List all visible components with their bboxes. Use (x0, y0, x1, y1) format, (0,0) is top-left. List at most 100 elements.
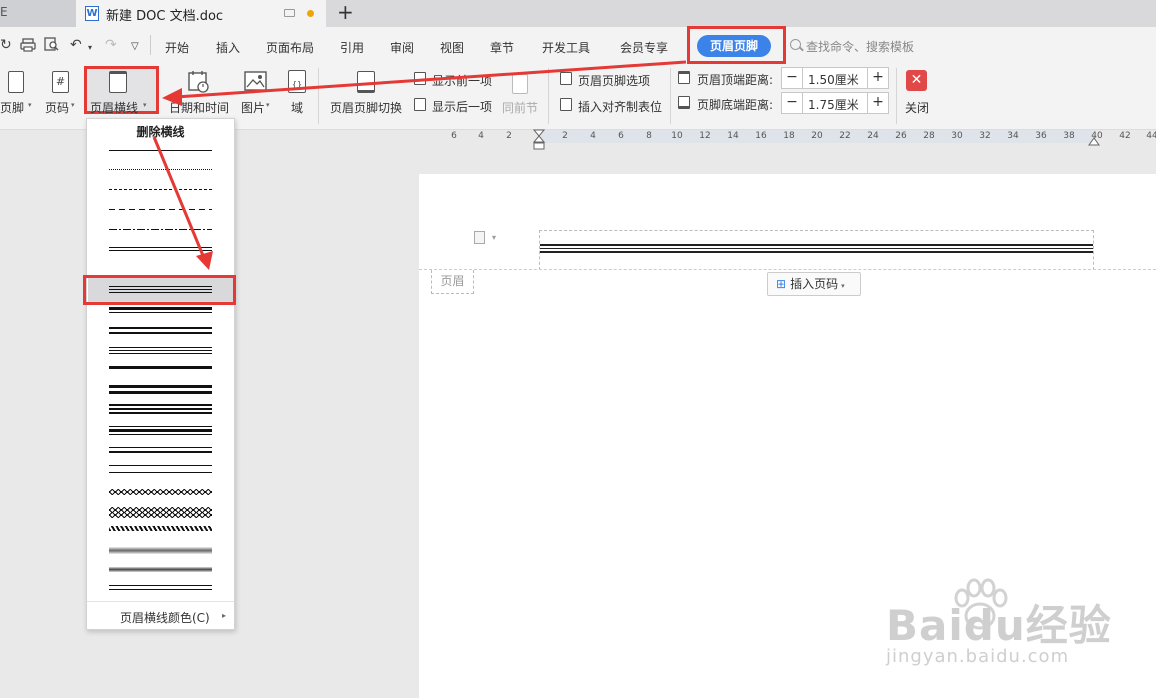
line-style-option-thick-thin-mix[interactable] (109, 429, 212, 432)
menu-developer[interactable]: 开发工具 (542, 39, 590, 56)
monitor-icon[interactable] (284, 9, 295, 17)
line-style-option-wavy[interactable] (109, 489, 212, 495)
picture-caret-icon[interactable]: ▾ (266, 101, 270, 109)
line-style-option-dashed[interactable] (109, 209, 212, 210)
line-style-option-double-thin[interactable] (109, 250, 212, 251)
header-line-icon[interactable] (109, 71, 127, 93)
horizontal-ruler[interactable]: 6 4 2 2 4 6 8 10 12 14 16 18 20 22 24 26 28 30 32 34 36 38 40 4… (440, 128, 1156, 145)
line-style-option-thick[interactable] (109, 366, 212, 369)
line-style-option-triple-thin[interactable] (109, 350, 212, 351)
menu-section[interactable]: 章节 (490, 39, 514, 56)
right-indent-marker-icon[interactable] (1088, 129, 1100, 147)
line-style-option-double-medium[interactable] (109, 332, 212, 334)
line-style-option-dashed-fine[interactable] (109, 189, 212, 190)
date-time-icon[interactable] (188, 70, 210, 94)
show-previous-button[interactable]: 显示前一项 (432, 72, 492, 89)
line-style-option-thick-thin-mix[interactable] (109, 426, 212, 427)
page-number-button[interactable]: 页码 (45, 99, 69, 116)
picture-icon[interactable] (244, 71, 268, 93)
line-style-option-double-wavy[interactable] (109, 512, 212, 518)
footer-button[interactable]: 页脚 (0, 99, 24, 116)
redo-icon[interactable]: ↷ (105, 38, 117, 52)
line-style-option-triple-thin[interactable] (109, 353, 212, 354)
header-top-distance-input[interactable]: 1.50厘米 (802, 67, 868, 89)
line-style-option-thick-double[interactable] (109, 391, 212, 394)
line-style-option-thin-thick[interactable] (109, 447, 212, 448)
field-icon[interactable]: {} (288, 70, 306, 93)
line-style-option-double-spaced[interactable] (109, 472, 212, 473)
header-footer-switch-button[interactable]: 页眉页脚切换 (330, 99, 402, 116)
delete-line-option[interactable]: 删除横线 (87, 123, 234, 140)
print-preview-icon[interactable] (44, 37, 60, 52)
line-style-option-thin-spaced[interactable] (109, 585, 212, 586)
line-style-option-dash-dot[interactable] (109, 229, 212, 230)
line-style-option-thick-triple[interactable] (109, 408, 212, 410)
tab-previous-document[interactable]: E (0, 0, 76, 27)
line-style-option-gradient-thin[interactable] (109, 567, 212, 572)
picture-button[interactable]: 图片 (241, 99, 265, 116)
show-previous-icon[interactable] (414, 72, 426, 85)
footer-bottom-increase-button[interactable]: + (867, 92, 889, 114)
line-style-option-double-medium[interactable] (109, 327, 212, 329)
header-line-color-option[interactable]: 页眉横线颜色(C) (120, 609, 210, 626)
line-style-option-thick-thin-mix[interactable] (109, 434, 212, 435)
line-style-option-double-spaced[interactable] (109, 465, 212, 466)
header-layout-caret-icon[interactable]: ▾ (492, 233, 496, 242)
line-style-option-thick-triple[interactable] (109, 404, 212, 406)
insert-align-tab-icon[interactable] (560, 98, 572, 111)
customize-toolbar-icon[interactable]: ▽ (131, 40, 139, 54)
header-top-increase-button[interactable]: + (867, 67, 889, 89)
close-header-footer-button[interactable]: 关闭 (905, 99, 929, 116)
menu-member[interactable]: 会员专享 (620, 39, 668, 56)
line-style-option-triple-thin[interactable] (109, 347, 212, 348)
page-number-caret-icon[interactable]: ▾ (71, 101, 75, 109)
footer-bottom-distance-input[interactable]: 1.75厘米 (802, 92, 868, 114)
line-style-option-single-thin[interactable] (109, 150, 212, 151)
indent-marker-icon[interactable] (533, 129, 545, 151)
header-top-decrease-button[interactable]: − (781, 67, 803, 89)
print-icon[interactable] (20, 38, 36, 52)
line-style-option-double-thin[interactable] (109, 247, 212, 248)
header-footer-switch-icon[interactable] (357, 71, 375, 93)
menu-page-layout[interactable]: 页面布局 (266, 39, 314, 56)
menu-review[interactable]: 审阅 (390, 39, 414, 56)
menu-home[interactable]: 开始 (165, 39, 189, 56)
close-icon[interactable]: ✕ (906, 70, 927, 91)
line-style-option-gradient-bar[interactable] (109, 547, 212, 554)
show-next-icon[interactable] (414, 98, 426, 111)
footer-caret-icon[interactable]: ▾ (28, 101, 32, 109)
page-number-icon[interactable]: # (52, 71, 69, 93)
line-style-option-thick-thin[interactable] (109, 312, 212, 313)
line-style-option-thick-triple[interactable] (109, 412, 212, 414)
field-button[interactable]: 域 (291, 99, 303, 116)
insert-page-number-button[interactable]: ⊞ 插入页码 ▾ (767, 272, 861, 296)
undo-icon[interactable]: ↶ (70, 38, 82, 52)
header-layout-icon[interactable] (474, 231, 485, 244)
line-style-option-thin-thick[interactable] (109, 451, 212, 453)
menu-insert[interactable]: 插入 (216, 39, 240, 56)
header-edit-area[interactable] (539, 230, 1094, 270)
search-input[interactable]: 查找命令、搜索模板 (806, 38, 914, 55)
header-line-button[interactable]: 页眉横线 (90, 99, 138, 116)
line-style-option-dotted[interactable] (109, 169, 212, 170)
line-style-option-thick-thin[interactable] (109, 307, 212, 310)
header-line-caret-icon[interactable]: ▾ (143, 101, 147, 109)
insert-align-tab-button[interactable]: 插入对齐制表位 (578, 98, 662, 115)
header-footer-options-icon[interactable] (560, 72, 572, 85)
same-as-previous-icon[interactable] (512, 74, 528, 94)
redo-history-icon[interactable]: ↻ (0, 38, 12, 52)
undo-dropdown-icon[interactable]: ▾ (88, 41, 92, 55)
menu-view[interactable]: 视图 (440, 39, 464, 56)
line-style-option-thin-spaced[interactable] (109, 589, 212, 590)
footer-icon[interactable] (8, 71, 24, 93)
show-next-button[interactable]: 显示后一项 (432, 98, 492, 115)
line-style-option-hatched[interactable] (109, 526, 212, 531)
menu-references[interactable]: 引用 (340, 39, 364, 56)
line-style-option-thick-double[interactable] (109, 385, 212, 388)
new-tab-button[interactable]: + (337, 1, 354, 23)
tab-active-document[interactable]: W 新建 DOC 文档.doc (76, 0, 326, 27)
date-time-button[interactable]: 日期和时间 (169, 99, 229, 116)
same-as-previous-button[interactable]: 同前节 (502, 99, 538, 116)
header-footer-options-button[interactable]: 页眉页脚选项 (578, 72, 650, 89)
footer-bottom-decrease-button[interactable]: − (781, 92, 803, 114)
